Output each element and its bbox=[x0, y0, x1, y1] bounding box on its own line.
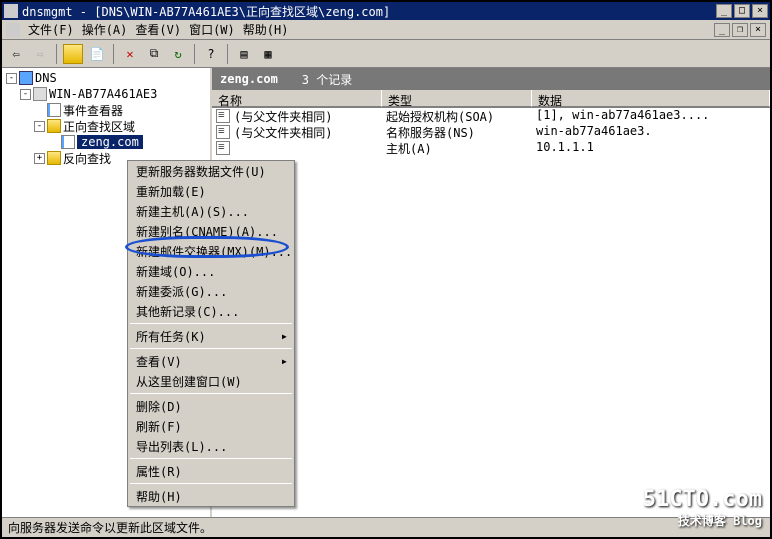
expand-icon[interactable]: - bbox=[20, 89, 31, 100]
toolbar: ⇦ ⇨ 📄 ✕ ⧉ ↻ ? ▤ ▦ bbox=[2, 40, 770, 68]
expand-icon[interactable]: - bbox=[34, 121, 45, 132]
table-row[interactable]: 主机(A) 10.1.1.1 bbox=[212, 140, 770, 156]
server-icon bbox=[33, 87, 47, 101]
menu-action[interactable]: 操作(A) bbox=[82, 21, 128, 38]
zone-name: zeng.com bbox=[220, 72, 278, 86]
col-name[interactable]: 名称 bbox=[212, 90, 382, 107]
ctx-new-delegation[interactable]: 新建委派(G)... bbox=[128, 281, 294, 301]
dns-icon bbox=[19, 71, 33, 85]
expand-icon[interactable]: + bbox=[34, 153, 45, 164]
mdi-icon bbox=[6, 23, 20, 37]
context-menu: 更新服务器数据文件(U) 重新加载(E) 新建主机(A)(S)... 新建别名(… bbox=[127, 160, 295, 507]
expand-icon[interactable]: - bbox=[6, 73, 17, 84]
ctx-refresh[interactable]: 刷新(F) bbox=[128, 416, 294, 436]
tree-revzone[interactable]: 反向查找 bbox=[63, 150, 111, 167]
zone-icon bbox=[61, 135, 75, 149]
menu-help[interactable]: 帮助(H) bbox=[243, 21, 289, 38]
folder-icon bbox=[47, 119, 61, 133]
tree-selected-zone[interactable]: zeng.com bbox=[77, 135, 143, 149]
ctx-other-records[interactable]: 其他新记录(C)... bbox=[128, 301, 294, 321]
tree-root[interactable]: DNS bbox=[35, 71, 57, 85]
delete-button[interactable]: ✕ bbox=[120, 44, 140, 64]
properties-button[interactable]: ⧉ bbox=[144, 44, 164, 64]
refresh-button[interactable]: ↻ bbox=[168, 44, 188, 64]
mdi-close-button[interactable]: × bbox=[750, 23, 766, 37]
ctx-new-domain[interactable]: 新建域(O)... bbox=[128, 261, 294, 281]
table-row[interactable]: (与父文件夹相同) 名称服务器(NS) win-ab77a461ae3. bbox=[212, 124, 770, 140]
close-button[interactable]: × bbox=[752, 4, 768, 18]
ctx-new-window[interactable]: 从这里创建窗口(W) bbox=[128, 371, 294, 391]
ctx-delete[interactable]: 删除(D) bbox=[128, 396, 294, 416]
forward-button[interactable]: ⇨ bbox=[30, 44, 50, 64]
tree-event[interactable]: 事件查看器 bbox=[63, 102, 123, 119]
zone-header: zeng.com 3 个记录 bbox=[212, 68, 770, 90]
minimize-button[interactable]: _ bbox=[716, 4, 732, 18]
title-bar: dnsmgmt - [DNS\WIN-AB77A461AE3\正向查找区域\ze… bbox=[2, 2, 770, 20]
mdi-minimize-button[interactable]: _ bbox=[714, 23, 730, 37]
ctx-reload[interactable]: 重新加载(E) bbox=[128, 181, 294, 201]
ctx-new-mx[interactable]: 新建邮件交换器(MX)(M)... bbox=[128, 241, 294, 261]
ctx-update-server[interactable]: 更新服务器数据文件(U) bbox=[128, 161, 294, 181]
ctx-all-tasks[interactable]: 所有任务(K) bbox=[128, 326, 294, 346]
record-icon bbox=[216, 125, 230, 139]
maximize-button[interactable]: □ bbox=[734, 4, 750, 18]
window-title: dnsmgmt - [DNS\WIN-AB77A461AE3\正向查找区域\ze… bbox=[22, 3, 390, 20]
status-bar: 向服务器发送命令以更新此区域文件。 bbox=[2, 517, 770, 537]
show-hide-tree-button[interactable] bbox=[63, 44, 83, 64]
menu-window[interactable]: 窗口(W) bbox=[189, 21, 235, 38]
col-type[interactable]: 类型 bbox=[382, 90, 532, 107]
back-button[interactable]: ⇦ bbox=[6, 44, 26, 64]
zone-count: 3 个记录 bbox=[302, 71, 352, 88]
record-icon bbox=[216, 141, 230, 155]
ctx-new-host[interactable]: 新建主机(A)(S)... bbox=[128, 201, 294, 221]
detail-view-button[interactable]: ▦ bbox=[258, 44, 278, 64]
folder-icon bbox=[47, 151, 61, 165]
status-text: 向服务器发送命令以更新此区域文件。 bbox=[8, 519, 212, 536]
ctx-help[interactable]: 帮助(H) bbox=[128, 486, 294, 506]
app-icon bbox=[4, 4, 18, 18]
ctx-new-alias[interactable]: 新建别名(CNAME)(A)... bbox=[128, 221, 294, 241]
record-icon bbox=[216, 109, 230, 123]
help-button[interactable]: ? bbox=[201, 44, 221, 64]
list-header: 名称 类型 数据 bbox=[212, 90, 770, 108]
menu-bar: 文件(F) 操作(A) 查看(V) 窗口(W) 帮助(H) _ ❐ × bbox=[2, 20, 770, 40]
list-view-button[interactable]: ▤ bbox=[234, 44, 254, 64]
table-row[interactable]: (与父文件夹相同) 起始授权机构(SOA) [1], win-ab77a461a… bbox=[212, 108, 770, 124]
ctx-export[interactable]: 导出列表(L)... bbox=[128, 436, 294, 456]
event-icon bbox=[47, 103, 61, 117]
menu-file[interactable]: 文件(F) bbox=[28, 21, 74, 38]
record-list[interactable]: (与父文件夹相同) 起始授权机构(SOA) [1], win-ab77a461a… bbox=[212, 108, 770, 520]
up-button[interactable]: 📄 bbox=[87, 44, 107, 64]
tree-server[interactable]: WIN-AB77A461AE3 bbox=[49, 87, 157, 101]
ctx-view[interactable]: 查看(V) bbox=[128, 351, 294, 371]
tree-fwdzone[interactable]: 正向查找区域 bbox=[63, 118, 135, 135]
menu-view[interactable]: 查看(V) bbox=[135, 21, 181, 38]
ctx-properties[interactable]: 属性(R) bbox=[128, 461, 294, 481]
mdi-restore-button[interactable]: ❐ bbox=[732, 23, 748, 37]
col-data[interactable]: 数据 bbox=[532, 90, 770, 107]
